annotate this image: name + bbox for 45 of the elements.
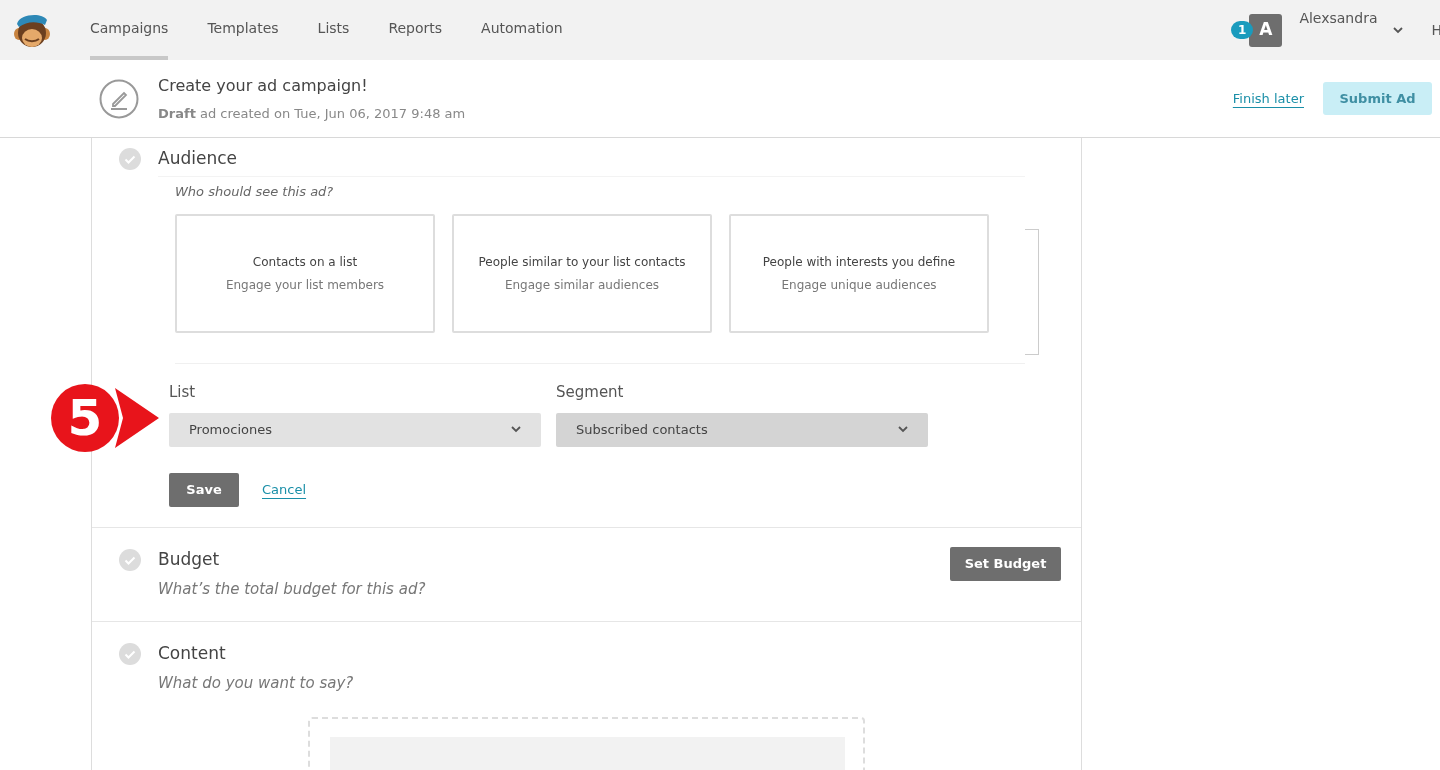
select-dropdown[interactable]: Subscribed contacts [556,412,928,447]
nav-tab[interactable]: Reports [388,0,443,60]
draft-status: Draft ad created on Tue, Jun 06, 2017 9:48 am [158,104,466,123]
option-title: People similar to your list contacts [478,254,686,271]
page-title: Create your ad campaign! [158,74,369,97]
nav-tab[interactable]: Automation [481,0,563,60]
option-description: Engage similar audiences [504,277,660,294]
user-name[interactable]: Alexsandra [1299,7,1378,29]
option-title: Contacts on a list [252,254,358,271]
nav-item[interactable]: H [1431,19,1440,41]
notification-badge: 1 [1231,21,1254,39]
check-circle-icon [119,642,141,665]
caret-icon [511,426,521,433]
section-title: Audience [158,147,237,170]
select-dropdown[interactable]: Promociones [169,412,541,447]
check-circle-icon [119,548,141,571]
nav-tab[interactable]: Templates [207,0,279,60]
chevron-icon [1393,26,1404,34]
audience-option-card[interactable]: People with interests you define Engage unique audiences [729,214,989,333]
option-description: Engage your list members [225,277,385,294]
nav-tab[interactable]: Lists [317,0,350,60]
dropdown-value: Promociones [189,420,272,439]
section-title: Content [158,641,227,665]
field-label: List [169,382,197,403]
audience-option-card[interactable]: Contacts on a list Engage your list members [175,214,435,333]
audience-option-card[interactable]: People similar to your list contacts Engage similar audiences [452,214,712,333]
set-budget-button[interactable]: Set Budget [950,546,1061,581]
arrow-icon [115,388,159,448]
caret-icon [898,426,908,433]
section-prompt: Who should see this ad? [175,182,335,201]
check-circle-icon [119,147,141,170]
option-description: Engage unique audiences [781,277,937,294]
section-title: Budget [158,547,221,571]
cancel-link[interactable]: Cancel [262,479,307,500]
nav-tab[interactable]: Campaigns [90,0,169,60]
save-button[interactable]: Save [169,472,239,507]
dropdown-value: Subscribed contacts [576,420,708,439]
step-number-badge: 5 [51,384,119,452]
section-prompt: What’s the total budget for this ad? [158,579,427,600]
field-label: Segment [556,382,625,403]
section-prompt: What do you want to say? [158,673,355,694]
option-title: People with interests you define [762,254,956,271]
user-avatar[interactable]: A [1249,13,1283,47]
finish-later-link[interactable]: Finish later [1232,88,1304,109]
pencil-circle-icon [99,78,139,119]
